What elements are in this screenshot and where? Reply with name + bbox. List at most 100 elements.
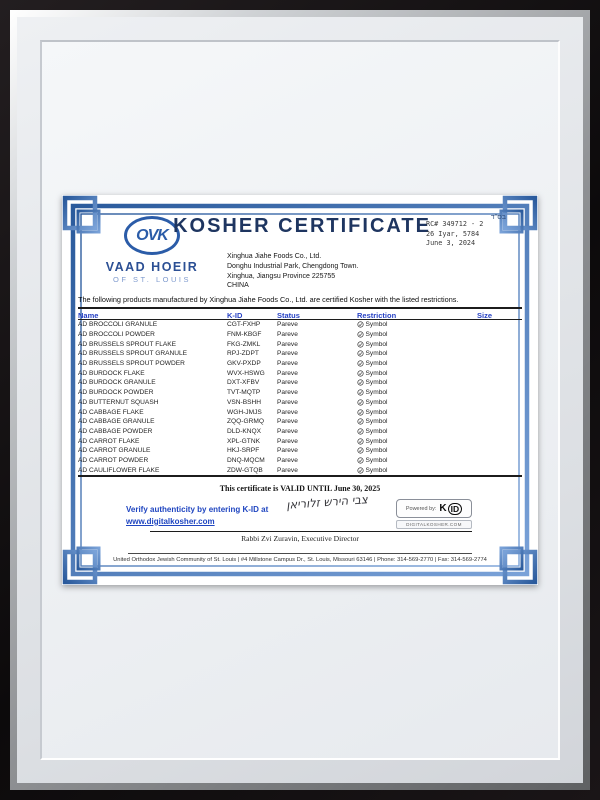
hebrew-date: 26 Iyar, 5784 [426,230,530,240]
table-row: AD CAULIFLOWER FLAKE ZDW-GTQB Pareve Sym… [78,465,522,475]
table-row: AD BUTTERNUT SQUASH VSN-BSHH Pareve Symb… [78,398,522,408]
restriction-cell: Symbol [357,447,477,454]
verify-text: Verify authenticity by entering K-ID at [126,505,268,514]
restriction-cell: Symbol [357,418,477,425]
restriction-cell: Symbol [357,389,477,396]
table-header-row: Name K-ID Status Restriction Size [78,307,522,320]
status-cell: Pareve [277,379,357,386]
col-header-restriction: Restriction [357,311,477,320]
status-cell: Pareve [277,350,357,357]
ref-number: RC# 349712 - 2 [426,220,530,230]
product-name-cell: AD BURDOCK FLAKE [78,370,227,377]
restriction-label: Symbol [366,418,388,425]
kid-logo-k: K [439,503,446,514]
kid-cell: FKG-ZMKL [227,341,277,348]
table-row: AD CARROT POWDER DNQ-MQCM Pareve Symbol [78,456,522,466]
kosher-symbol-icon [357,331,364,338]
restriction-label: Symbol [366,389,388,396]
status-cell: Pareve [277,331,357,338]
powered-by-label: Powered by: [406,506,437,512]
kid-cell: FNM-KBGF [227,331,277,338]
product-name-cell: AD CABBAGE POWDER [78,428,227,435]
status-cell: Pareve [277,428,357,435]
product-name-cell: AD CABBAGE GRANULE [78,418,227,425]
kosher-symbol-icon [357,321,364,328]
kosher-symbol-icon [357,409,364,416]
kid-cell: WGH-JMJS [227,409,277,416]
kid-cell: DLD-KNQX [227,428,277,435]
certificate-title: KOSHER CERTIFICATE [152,215,452,238]
kid-cell: XPL-GTNK [227,438,277,445]
table-row: AD BRUSSELS SPROUT FLAKE FKG-ZMKL Pareve… [78,339,522,349]
products-table: Name K-ID Status Restriction Size AD BRO… [78,307,522,477]
restriction-label: Symbol [366,399,388,406]
table-row: AD CABBAGE GRANULE ZQQ-GRMQ Pareve Symbo… [78,417,522,427]
valid-until-statement: This certificate is VALID UNTIL June 30,… [62,484,538,493]
product-name-cell: AD BURDOCK GRANULE [78,379,227,386]
digitalkosher-link[interactable]: www.digitalkosher.com [126,517,215,526]
restriction-label: Symbol [366,341,388,348]
product-name-cell: AD BROCCOLI GRANULE [78,321,227,328]
restriction-label: Symbol [366,360,388,367]
restriction-label: Symbol [366,428,388,435]
product-name-cell: AD CARROT POWDER [78,457,227,464]
company-address2: Xinghua, Jiangsu Province 225755 [227,272,358,282]
kid-badge-top: Powered by: KID [396,499,472,518]
restriction-cell: Symbol [357,370,477,377]
status-cell: Pareve [277,467,357,474]
restriction-label: Symbol [366,350,388,357]
restriction-cell: Symbol [357,409,477,416]
restriction-cell: Symbol [357,360,477,367]
kid-cell: DNQ-MQCM [227,457,277,464]
status-cell: Pareve [277,399,357,406]
table-row: AD BRUSSELS SPROUT POWDER GKV-PXDP Parev… [78,359,522,369]
kid-logo-icon: KID [439,503,462,515]
kosher-symbol-icon [357,438,364,445]
product-name-cell: AD BURDOCK POWDER [78,389,227,396]
status-cell: Pareve [277,447,357,454]
restriction-label: Symbol [366,409,388,416]
product-name-cell: AD BUTTERNUT SQUASH [78,399,227,406]
kid-cell: HKJ-SRPF [227,447,277,454]
restriction-label: Symbol [366,379,388,386]
kosher-symbol-icon [357,428,364,435]
restriction-cell: Symbol [357,321,477,328]
product-name-cell: AD CARROT FLAKE [78,438,227,445]
kosher-symbol-icon [357,370,364,377]
agency-footer-contact: United Orthodox Jewish Community of St. … [96,557,504,563]
kosher-symbol-icon [357,467,364,474]
restriction-cell: Symbol [357,331,477,338]
status-cell: Pareve [277,360,357,367]
product-name-cell: AD BRUSSELS SPROUT GRANULE [78,350,227,357]
kid-cell: TVT-MQTP [227,389,277,396]
restriction-label: Symbol [366,447,388,454]
table-row: AD BROCCOLI POWDER FNM-KBGF Pareve Symbo… [78,330,522,340]
restriction-label: Symbol [366,331,388,338]
table-row: AD CARROT FLAKE XPL-GTNK Pareve Symbol [78,436,522,446]
certification-statement: The following products manufactured by X… [78,295,524,304]
kid-cell: CGT-FXHP [227,321,277,328]
civil-date: June 3, 2024 [426,239,530,249]
restriction-cell: Symbol [357,341,477,348]
restriction-label: Symbol [366,321,388,328]
signature-rule [150,531,472,532]
agency-subname: OF ST. LOUIS [90,275,214,284]
kid-cell: ZQQ-GRMQ [227,418,277,425]
restriction-label: Symbol [366,370,388,377]
footer-rule [128,553,472,554]
status-cell: Pareve [277,341,357,348]
restriction-cell: Symbol [357,438,477,445]
col-header-kid: K-ID [227,311,277,320]
agency-name: VAAD HOEIR [90,260,214,274]
kosher-symbol-icon [357,447,364,454]
kosher-symbol-icon [357,379,364,386]
restriction-label: Symbol [366,457,388,464]
table-body: AD BROCCOLI GRANULE CGT-FXHP Pareve Symb… [78,320,522,477]
status-cell: Pareve [277,418,357,425]
restriction-label: Symbol [366,438,388,445]
kosher-symbol-icon [357,360,364,367]
product-name-cell: AD BRUSSELS SPROUT POWDER [78,360,227,367]
col-header-name: Name [78,311,227,320]
restriction-cell: Symbol [357,350,477,357]
restriction-cell: Symbol [357,467,477,474]
